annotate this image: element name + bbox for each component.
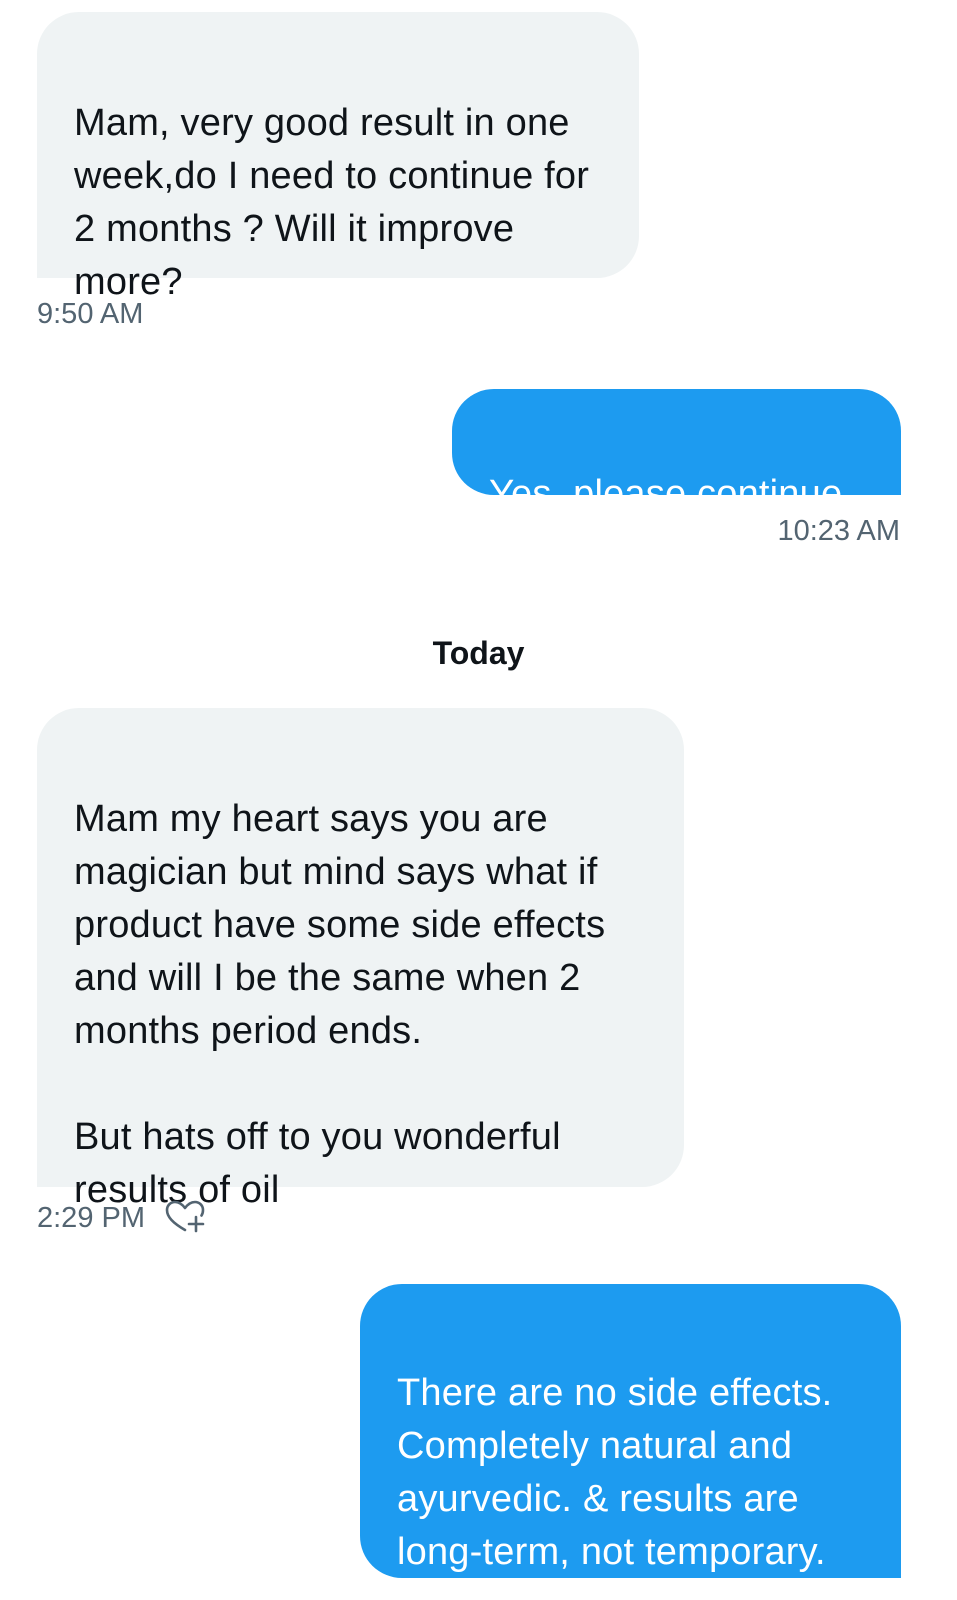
message-bubble-incoming[interactable]: Mam my heart says you are magician but m… xyxy=(37,708,684,1211)
message-bubble-incoming[interactable]: Mam, very good result in one week,do I n… xyxy=(37,12,639,303)
message-text: Mam, very good result in one week,do I n… xyxy=(74,102,590,303)
message-text: Yes, please continue xyxy=(489,473,843,515)
message-bubble-outgoing[interactable]: Yes, please continue xyxy=(452,389,901,515)
message-text: Mam my heart says you are magician but m… xyxy=(74,798,606,1211)
message-timestamp: 10:23 AM xyxy=(777,515,900,547)
date-divider: Today xyxy=(432,635,525,671)
message-timestamp: 2:29 PM xyxy=(37,1202,145,1234)
message-text: There are no side effects. Completely na… xyxy=(397,1372,833,1573)
message-bubble-outgoing[interactable]: There are no side effects. Completely na… xyxy=(360,1284,901,1578)
react-button[interactable] xyxy=(163,1198,209,1238)
message-timestamp: 9:50 AM xyxy=(37,298,144,330)
heart-plus-icon xyxy=(165,1200,205,1233)
